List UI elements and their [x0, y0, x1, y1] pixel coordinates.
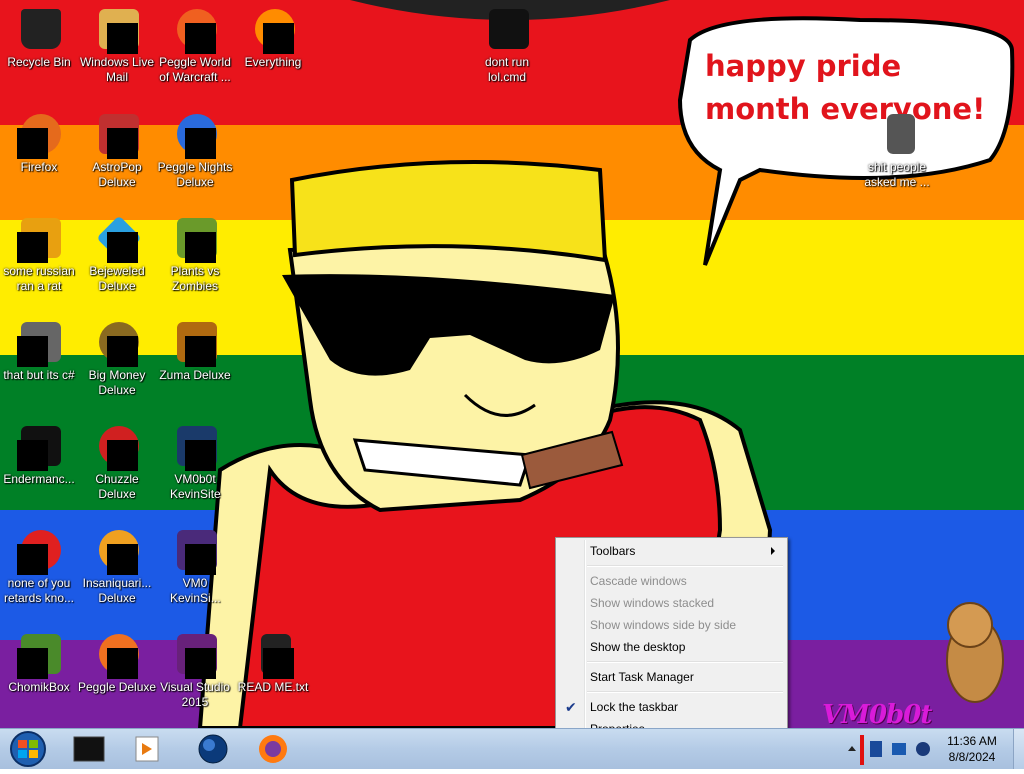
- menu-item-show-windows-stacked[interactable]: Show windows stacked: [558, 592, 785, 614]
- desktop-icon-zuma[interactable]: Zuma Deluxe: [156, 318, 234, 383]
- exe-icon: [15, 214, 63, 263]
- desktop-icon-plants-vs-zombies[interactable]: Plants vs Zombies: [156, 214, 234, 294]
- taskbar-context-menu: Toolbars Cascade windows Show windows st…: [555, 537, 788, 742]
- clock-time: 11:36 AM: [947, 734, 997, 748]
- hamster-head: [947, 602, 993, 648]
- menu-item-cascade-windows[interactable]: Cascade windows: [558, 570, 785, 592]
- desktop-icon-read-me[interactable]: READ ME.txt: [234, 630, 312, 695]
- desktop-icon-chuzzle[interactable]: Chuzzle Deluxe: [78, 422, 156, 502]
- menu-item-toolbars[interactable]: Toolbars: [558, 540, 785, 562]
- volume-icon[interactable]: [916, 742, 930, 756]
- media-player-icon: [135, 736, 159, 762]
- vm-icon: [171, 526, 219, 575]
- tray-icons: [848, 735, 930, 765]
- text-file-icon: [249, 630, 297, 679]
- peggle-icon: [93, 630, 141, 679]
- clock-date: 8/8/2024: [948, 750, 996, 764]
- desktop-icon-visual-studio[interactable]: Visual Studio 2015: [156, 630, 234, 710]
- speech-bubble-text: happy pride month everyone!: [705, 49, 986, 126]
- desktop-icon-firefox[interactable]: Firefox: [0, 110, 78, 175]
- menu-separator: [587, 691, 783, 693]
- taskbar: 11:36 AM 8/8/2024: [0, 728, 1024, 769]
- show-desktop-button[interactable]: [1013, 729, 1024, 769]
- tray-app-icon[interactable]: [870, 741, 882, 757]
- shortcut-icon: [15, 318, 63, 367]
- game-icon: [93, 110, 141, 159]
- submenu-arrow-icon: [771, 547, 775, 555]
- desktop-icon-chomikbox[interactable]: ChomikBox: [0, 630, 78, 695]
- menu-item-show-side-by-side[interactable]: Show windows side by side: [558, 614, 785, 636]
- zuma-icon: [171, 318, 219, 367]
- desktop-icon-endermanch[interactable]: Endermanc...: [0, 422, 78, 487]
- console-icon: [15, 422, 63, 471]
- cmd-icon: [483, 5, 531, 53]
- desktop-icon-windows-live-mail[interactable]: Windows Live Mail: [78, 5, 156, 85]
- fish-icon: [93, 526, 141, 575]
- network-icon[interactable]: [892, 743, 906, 755]
- vm-icon: [171, 422, 219, 471]
- folder-icon: [873, 110, 921, 158]
- mail-icon: [93, 5, 141, 54]
- desktop-icon-dont-run[interactable]: dont run lol.cmd: [468, 5, 546, 85]
- desktop-icon-russian-rat[interactable]: some russian ran a rat: [0, 214, 78, 294]
- recycle-bin-icon: [15, 5, 63, 53]
- desktop-icon-that-but-its-csharp[interactable]: that but its c#: [0, 318, 78, 383]
- desktop-icon-vm0b0t-kevinsite[interactable]: VM0b0t KevinSite: [156, 422, 234, 502]
- peggle-icon: [171, 5, 219, 54]
- taskbar-pinned-cmd[interactable]: [62, 731, 116, 767]
- desktop-icon-none-of-you[interactable]: none of you retards kno...: [0, 526, 78, 606]
- tray-marker: [860, 735, 864, 765]
- show-hidden-icons-icon[interactable]: [848, 746, 856, 751]
- desktop-icon-everything[interactable]: Everything: [234, 5, 312, 70]
- checkmark-icon: ✔: [565, 699, 577, 715]
- desktop-icon-vm0-kevinsite[interactable]: VM0 KevinSi...: [156, 526, 234, 606]
- search-icon: [249, 5, 297, 54]
- desktop-icon-peggle-nights[interactable]: Peggle Nights Deluxe: [156, 110, 234, 190]
- desktop-icon-big-money[interactable]: Big Money Deluxe: [78, 318, 156, 398]
- windows-orb-icon: [10, 731, 46, 767]
- cmd-icon: [73, 736, 105, 762]
- start-button[interactable]: [4, 729, 54, 769]
- desktop-icon-bejeweled[interactable]: Bejeweled Deluxe: [78, 214, 156, 294]
- desktop-icon-insaniquarium[interactable]: Insaniquari... Deluxe: [78, 526, 156, 606]
- menu-separator: [587, 661, 783, 663]
- peggle-icon: [171, 110, 219, 159]
- firefox-icon: [259, 735, 287, 763]
- visual-studio-icon: [171, 630, 219, 679]
- menu-item-lock-taskbar[interactable]: ✔ Lock the taskbar: [558, 696, 785, 718]
- taskbar-pinned-media-player[interactable]: [120, 731, 174, 767]
- desktop-icon-shit-people-asked[interactable]: shit people asked me ...: [858, 110, 936, 190]
- taskbar-pinned-firefox[interactable]: [246, 731, 300, 767]
- hamster-icon: [15, 630, 63, 679]
- desktop-icon-recycle-bin[interactable]: Recycle Bin: [0, 5, 78, 70]
- app-icon: [15, 526, 63, 575]
- menu-separator: [587, 565, 783, 567]
- globe-icon: [198, 734, 228, 764]
- desktop-icon-peggle-wow[interactable]: Peggle World of Warcraft ...: [156, 5, 234, 85]
- desktop-icon-peggle-deluxe[interactable]: Peggle Deluxe: [78, 630, 156, 695]
- watermark-text: VM0b0t: [822, 700, 932, 728]
- chuzzle-icon: [93, 422, 141, 471]
- gem-icon: [93, 214, 142, 263]
- hat-shape: [289, 160, 608, 263]
- menu-item-show-desktop[interactable]: Show the desktop: [558, 636, 785, 658]
- plant-icon: [171, 214, 219, 263]
- money-icon: [93, 318, 141, 367]
- desktop-icon-astropop[interactable]: AstroPop Deluxe: [78, 110, 156, 190]
- clock[interactable]: 11:36 AM 8/8/2024: [937, 733, 1007, 765]
- taskbar-pinned-globe[interactable]: [186, 731, 240, 767]
- firefox-icon: [15, 110, 63, 159]
- menu-item-start-task-manager[interactable]: Start Task Manager: [558, 666, 785, 688]
